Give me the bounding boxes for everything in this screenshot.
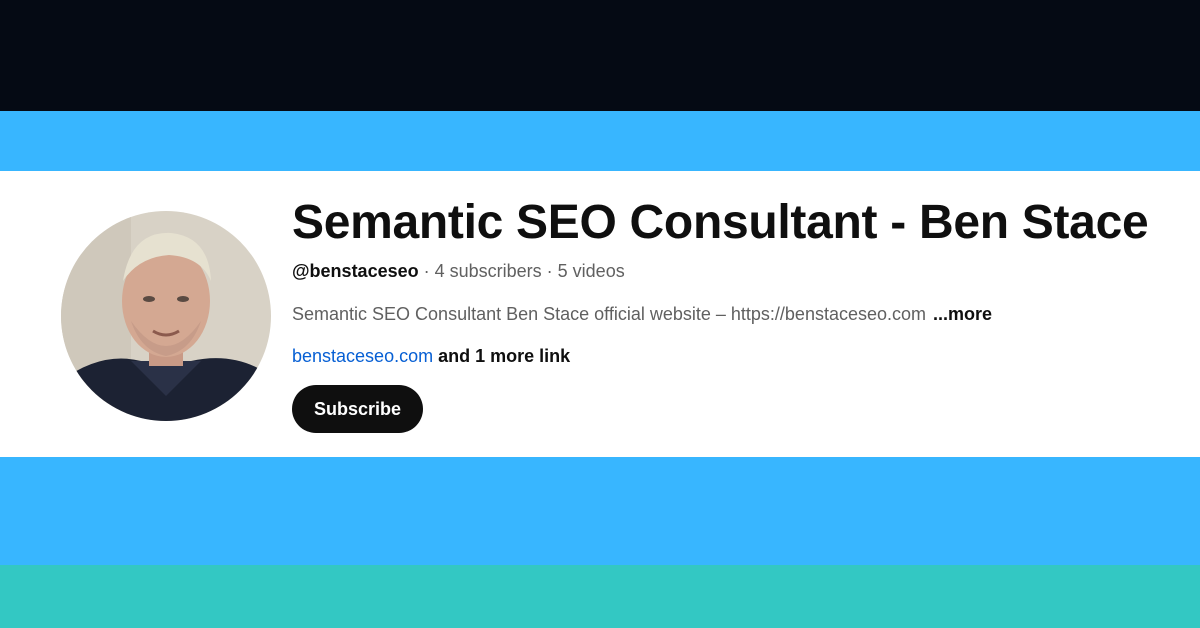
video-count: 5 videos	[557, 261, 625, 281]
channel-description[interactable]: Semantic SEO Consultant Ben Stace offici…	[292, 304, 992, 325]
subscriber-count: 4 subscribers	[434, 261, 542, 281]
channel-links: benstaceseo.com and 1 more link	[292, 346, 570, 367]
channel-header-card: Semantic SEO Consultant - Ben Stace @ben…	[0, 171, 1200, 457]
channel-meta: @benstaceseo · 4 subscribers · 5 videos	[292, 261, 625, 282]
website-link[interactable]: benstaceseo.com	[292, 346, 433, 366]
separator-dot: ·	[546, 261, 553, 281]
channel-title: Semantic SEO Consultant - Ben Stace	[292, 196, 1149, 249]
blue-band-upper	[0, 111, 1200, 171]
description-text: Semantic SEO Consultant Ben Stace offici…	[292, 304, 927, 324]
top-band	[0, 0, 1200, 111]
profile-photo-icon	[61, 211, 271, 421]
blue-band-lower	[0, 457, 1200, 565]
teal-band	[0, 565, 1200, 628]
separator-dot: ·	[423, 261, 430, 281]
more-links-button[interactable]: and 1 more link	[438, 346, 570, 366]
channel-avatar[interactable]	[61, 211, 271, 421]
channel-handle[interactable]: @benstaceseo	[292, 261, 419, 281]
description-more-button[interactable]: ...more	[933, 304, 992, 324]
subscribe-button[interactable]: Subscribe	[292, 385, 424, 433]
